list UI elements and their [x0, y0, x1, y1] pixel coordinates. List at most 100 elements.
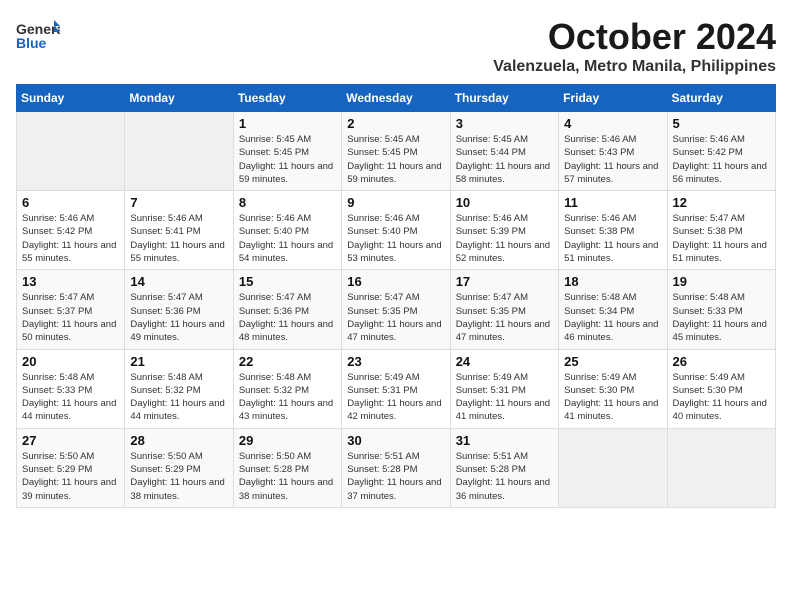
calendar-cell: 27 Sunrise: 5:50 AMSunset: 5:29 PMDayligh… [17, 428, 125, 507]
calendar-cell: 1 Sunrise: 5:45 AMSunset: 5:45 PMDaylight… [233, 112, 341, 191]
weekday-header-row: Sunday Monday Tuesday Wednesday Thursday… [17, 85, 776, 112]
day-number: 7 [130, 195, 227, 210]
calendar-cell [559, 428, 667, 507]
day-info: Sunrise: 5:45 AMSunset: 5:44 PMDaylight:… [456, 133, 553, 186]
header-wednesday: Wednesday [342, 85, 450, 112]
day-number: 3 [456, 116, 553, 131]
calendar-week-2: 6 Sunrise: 5:46 AMSunset: 5:42 PMDaylight… [17, 191, 776, 270]
day-number: 20 [22, 354, 119, 369]
calendar-cell: 29 Sunrise: 5:50 AMSunset: 5:28 PMDayligh… [233, 428, 341, 507]
calendar-cell [667, 428, 775, 507]
calendar-week-1: 1 Sunrise: 5:45 AMSunset: 5:45 PMDaylight… [17, 112, 776, 191]
day-info: Sunrise: 5:45 AMSunset: 5:45 PMDaylight:… [239, 133, 336, 186]
day-number: 22 [239, 354, 336, 369]
day-info: Sunrise: 5:47 AMSunset: 5:36 PMDaylight:… [130, 291, 227, 344]
calendar-cell: 11 Sunrise: 5:46 AMSunset: 5:38 PMDayligh… [559, 191, 667, 270]
calendar-cell: 7Sunrise: 5:46 AMSunset: 5:41 PMDaylight… [125, 191, 233, 270]
day-number: 12 [673, 195, 770, 210]
calendar-cell: 21Sunrise: 5:48 AMSunset: 5:32 PMDayligh… [125, 349, 233, 428]
day-info: Sunrise: 5:50 AMSunset: 5:29 PMDaylight:… [130, 450, 227, 503]
day-info: Sunrise: 5:49 AMSunset: 5:31 PMDaylight:… [347, 371, 444, 424]
header-monday: Monday [125, 85, 233, 112]
day-info: Sunrise: 5:51 AMSunset: 5:28 PMDaylight:… [347, 450, 444, 503]
calendar-cell: 18Sunrise: 5:48 AMSunset: 5:34 PMDayligh… [559, 270, 667, 349]
day-info: Sunrise: 5:48 AMSunset: 5:32 PMDaylight:… [239, 371, 336, 424]
day-number: 21 [130, 354, 227, 369]
day-info: Sunrise: 5:49 AMSunset: 5:31 PMDaylight:… [456, 371, 553, 424]
day-number: 31 [456, 433, 553, 448]
day-info: Sunrise: 5:47 AMSunset: 5:38 PMDaylight:… [673, 212, 770, 265]
header-sunday: Sunday [17, 85, 125, 112]
day-info: Sunrise: 5:50 AMSunset: 5:29 PMDaylight:… [22, 450, 119, 503]
calendar-cell: 10Sunrise: 5:46 AMSunset: 5:39 PMDayligh… [450, 191, 558, 270]
day-number: 26 [673, 354, 770, 369]
day-number: 2 [347, 116, 444, 131]
day-number: 17 [456, 274, 553, 289]
day-number: 14 [130, 274, 227, 289]
day-number: 25 [564, 354, 661, 369]
day-info: Sunrise: 5:49 AMSunset: 5:30 PMDaylight:… [564, 371, 661, 424]
day-number: 18 [564, 274, 661, 289]
day-number: 15 [239, 274, 336, 289]
title-block: October 2024 Valenzuela, Metro Manila, P… [493, 16, 776, 76]
day-info: Sunrise: 5:46 AMSunset: 5:40 PMDaylight:… [347, 212, 444, 265]
calendar-cell: 30 Sunrise: 5:51 AMSunset: 5:28 PMDayligh… [342, 428, 450, 507]
calendar-cell: 15 Sunrise: 5:47 AMSunset: 5:36 PMDayligh… [233, 270, 341, 349]
calendar-week-4: 20Sunrise: 5:48 AMSunset: 5:33 PMDayligh… [17, 349, 776, 428]
calendar-cell: 9 Sunrise: 5:46 AMSunset: 5:40 PMDaylight… [342, 191, 450, 270]
day-number: 29 [239, 433, 336, 448]
header-saturday: Saturday [667, 85, 775, 112]
calendar-cell: 24Sunrise: 5:49 AMSunset: 5:31 PMDayligh… [450, 349, 558, 428]
calendar-cell: 31 Sunrise: 5:51 AMSunset: 5:28 PMDayligh… [450, 428, 558, 507]
calendar-cell: 13 Sunrise: 5:47 AMSunset: 5:37 PMDayligh… [17, 270, 125, 349]
calendar-table: Sunday Monday Tuesday Wednesday Thursday… [16, 84, 776, 508]
day-info: Sunrise: 5:47 AMSunset: 5:36 PMDaylight:… [239, 291, 336, 344]
day-number: 30 [347, 433, 444, 448]
calendar-cell: 16 Sunrise: 5:47 AMSunset: 5:35 PMDayligh… [342, 270, 450, 349]
calendar-cell: 6 Sunrise: 5:46 AMSunset: 5:42 PMDaylight… [17, 191, 125, 270]
svg-text:Blue: Blue [16, 35, 47, 51]
day-number: 5 [673, 116, 770, 131]
day-number: 13 [22, 274, 119, 289]
calendar-cell: 5 Sunrise: 5:46 AMSunset: 5:42 PMDaylight… [667, 112, 775, 191]
day-info: Sunrise: 5:46 AMSunset: 5:39 PMDaylight:… [456, 212, 553, 265]
day-info: Sunrise: 5:50 AMSunset: 5:28 PMDaylight:… [239, 450, 336, 503]
day-info: Sunrise: 5:46 AMSunset: 5:43 PMDaylight:… [564, 133, 661, 186]
calendar-cell: 20Sunrise: 5:48 AMSunset: 5:33 PMDayligh… [17, 349, 125, 428]
day-info: Sunrise: 5:47 AMSunset: 5:35 PMDaylight:… [347, 291, 444, 344]
calendar-cell: 8Sunrise: 5:46 AMSunset: 5:40 PMDaylight… [233, 191, 341, 270]
day-info: Sunrise: 5:46 AMSunset: 5:42 PMDaylight:… [673, 133, 770, 186]
day-info: Sunrise: 5:46 AMSunset: 5:42 PMDaylight:… [22, 212, 119, 265]
calendar-cell: 26Sunrise: 5:49 AMSunset: 5:30 PMDayligh… [667, 349, 775, 428]
day-info: Sunrise: 5:51 AMSunset: 5:28 PMDaylight:… [456, 450, 553, 503]
calendar-cell: 4 Sunrise: 5:46 AMSunset: 5:43 PMDaylight… [559, 112, 667, 191]
calendar-cell [17, 112, 125, 191]
calendar-cell: 23 Sunrise: 5:49 AMSunset: 5:31 PMDayligh… [342, 349, 450, 428]
calendar-week-5: 27 Sunrise: 5:50 AMSunset: 5:29 PMDayligh… [17, 428, 776, 507]
day-number: 1 [239, 116, 336, 131]
day-info: Sunrise: 5:46 AMSunset: 5:38 PMDaylight:… [564, 212, 661, 265]
month-title: October 2024 [493, 16, 776, 58]
calendar-cell [125, 112, 233, 191]
header-friday: Friday [559, 85, 667, 112]
day-number: 19 [673, 274, 770, 289]
calendar-cell: 3 Sunrise: 5:45 AMSunset: 5:44 PMDaylight… [450, 112, 558, 191]
calendar-cell: 22 Sunrise: 5:48 AMSunset: 5:32 PMDayligh… [233, 349, 341, 428]
calendar-cell: 2 Sunrise: 5:45 AMSunset: 5:45 PMDaylight… [342, 112, 450, 191]
calendar-week-3: 13 Sunrise: 5:47 AMSunset: 5:37 PMDayligh… [17, 270, 776, 349]
day-number: 27 [22, 433, 119, 448]
day-info: Sunrise: 5:47 AMSunset: 5:37 PMDaylight:… [22, 291, 119, 344]
day-number: 28 [130, 433, 227, 448]
day-number: 11 [564, 195, 661, 210]
day-number: 9 [347, 195, 444, 210]
day-number: 23 [347, 354, 444, 369]
day-info: Sunrise: 5:46 AMSunset: 5:40 PMDaylight:… [239, 212, 336, 265]
day-info: Sunrise: 5:45 AMSunset: 5:45 PMDaylight:… [347, 133, 444, 186]
calendar-cell: 12 Sunrise: 5:47 AMSunset: 5:38 PMDayligh… [667, 191, 775, 270]
calendar-cell: 17Sunrise: 5:47 AMSunset: 5:35 PMDayligh… [450, 270, 558, 349]
header-thursday: Thursday [450, 85, 558, 112]
day-number: 16 [347, 274, 444, 289]
day-number: 6 [22, 195, 119, 210]
day-number: 4 [564, 116, 661, 131]
location-title: Valenzuela, Metro Manila, Philippines [493, 58, 776, 76]
